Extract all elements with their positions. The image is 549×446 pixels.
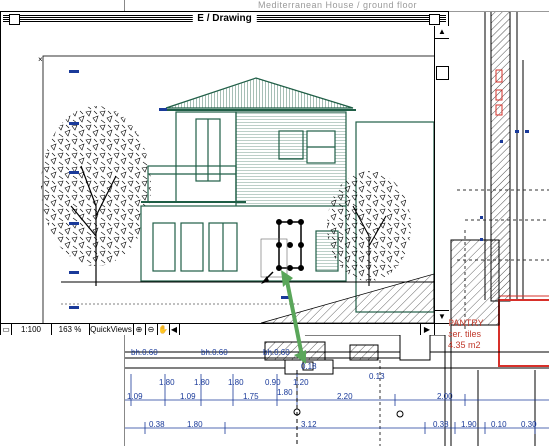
plan-label: 1.80 [228,378,244,387]
floor-plan-window-title: Mediterranean House / ground floor [257,0,418,10]
dimension-label: 2.20 [337,392,353,401]
plan-label: 1.80 [277,388,293,397]
drawing-title-bar[interactable]: E / Drawing [1,12,448,27]
status-bar: ▭ 1:100 163 % QuickViews ⊕ ⊖ ✋ ◀ ▶ [1,323,434,335]
dimension-label: 1.80 [187,420,203,429]
scroll-right-icon[interactable]: ▶ [420,324,434,335]
room-finish: cer. tiles [448,329,482,339]
dimension-label: 2.00 [437,392,453,401]
room-label[interactable]: PANTRY cer. tiles 4.35 m2 [448,318,484,351]
left-tree [41,106,151,286]
dimension-label: 1.75 [243,392,259,401]
dimension-label: 0.38 [433,420,449,429]
vertical-scrollbar[interactable]: ▲ ▼ [434,26,449,323]
plan-label: 0.13 [369,372,385,381]
plan-label: 1.80 [159,378,175,387]
plan-label: 1.80 [194,378,210,387]
drawing-window[interactable]: E / Drawing × ▲ ▼ ▭ 1:100 163 % QuickVie… [0,11,449,335]
dimension-label: 0.30 [521,420,537,429]
quickviews-button[interactable]: QuickViews [89,324,134,335]
scroll-up-icon[interactable]: ▲ [435,26,449,39]
plan-label: bh.0.60 [131,348,158,357]
room-area: 4.35 m2 [448,340,481,350]
close-box-icon[interactable] [9,14,20,25]
dimension-label: 3.12 [301,420,317,429]
plan-label: 1.20 [293,378,309,387]
zoom-display[interactable]: 163 % [51,324,90,335]
dimension-label: 1.09 [127,392,143,401]
svg-text:×: × [38,55,43,64]
dimension-label: 1.09 [180,392,196,401]
horizontal-scrollbar[interactable] [179,324,421,335]
drawing-window-title: E / Drawing [192,12,257,26]
dimension-label: 0.38 [149,420,165,429]
elevation-canvas[interactable]: × [1,26,434,323]
resize-handle-icon[interactable] [434,323,449,335]
plan-label: bh.0.60 [263,348,290,357]
plan-label: bh.0.60 [201,348,228,357]
scroll-thumb[interactable] [436,66,449,80]
scroll-down-icon[interactable]: ▼ [435,310,449,323]
dimension-label: 0.10 [491,420,507,429]
scale-display[interactable]: 1:100 [11,324,52,335]
house-elevation-drawing: × [38,55,434,323]
room-name: PANTRY [448,318,484,328]
dimension-label: 1.90 [461,420,477,429]
zoom-box-icon[interactable] [429,14,440,25]
plan-label: 0.18 [301,362,317,371]
plan-label: 0.90 [265,378,281,387]
